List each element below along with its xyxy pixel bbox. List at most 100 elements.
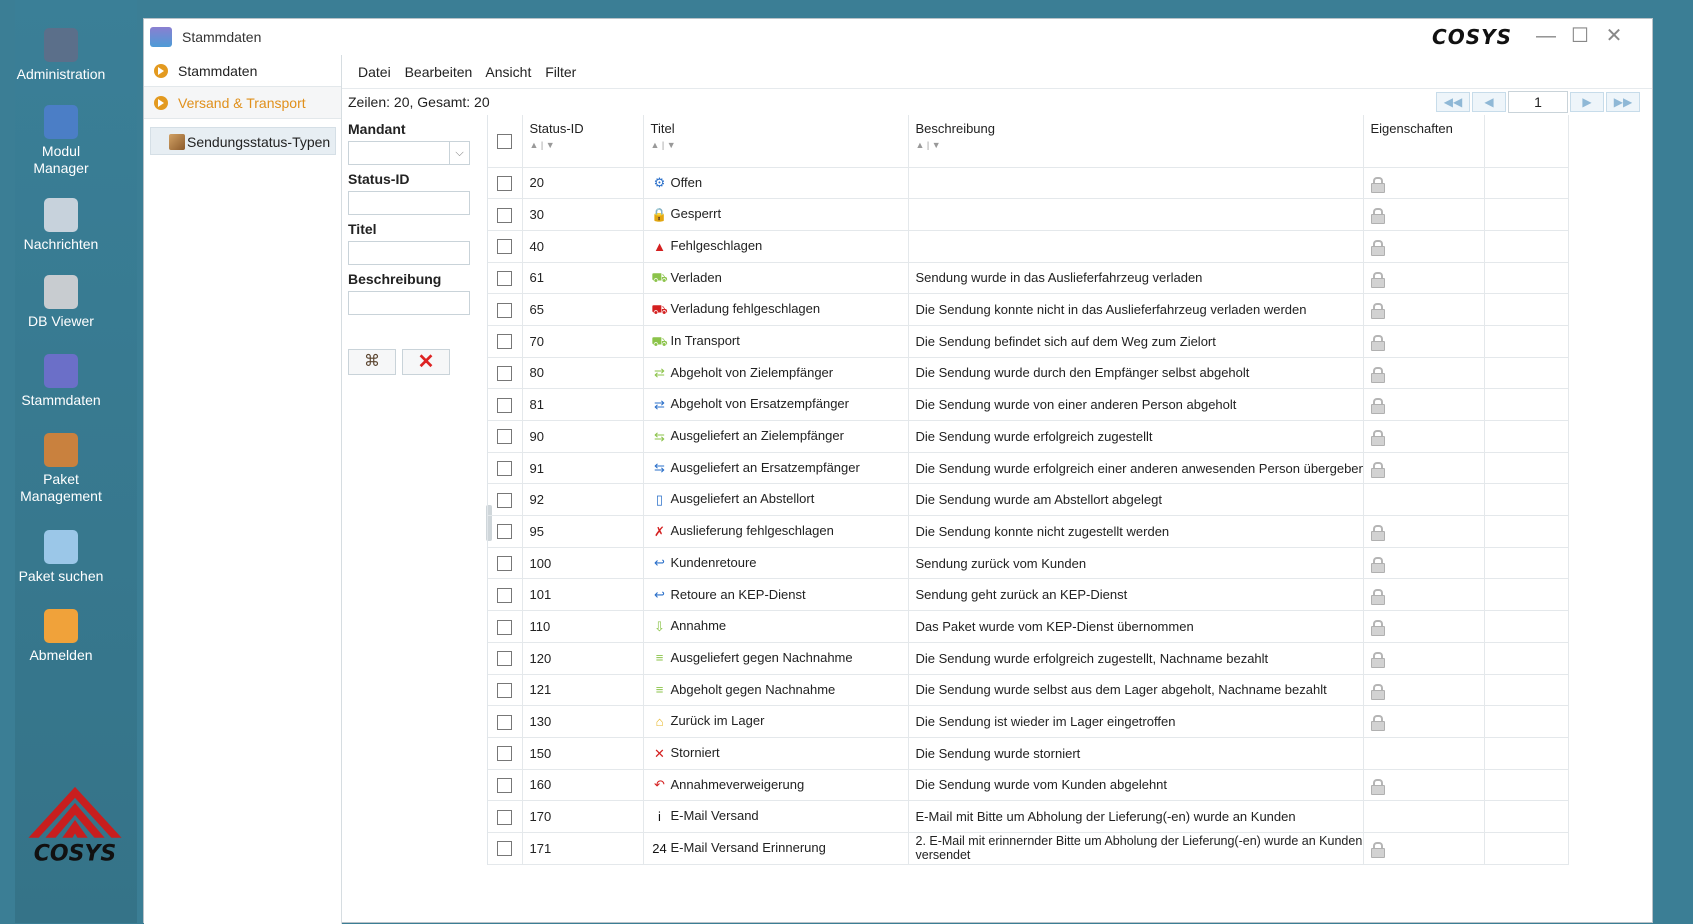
desktop-app-icon bbox=[44, 275, 78, 309]
desktop-item-nachrichten[interactable]: Nachrichten bbox=[0, 198, 122, 253]
menu-datei[interactable]: Datei bbox=[358, 64, 391, 80]
nav-item-versand-transport[interactable]: Versand & Transport bbox=[144, 87, 341, 119]
row-checkbox[interactable] bbox=[497, 175, 513, 191]
properties-cell bbox=[1363, 167, 1485, 200]
row-checkbox[interactable] bbox=[497, 809, 513, 825]
title-cell: ≡ Abgeholt gegen Nachnahme bbox=[643, 674, 909, 707]
row-checkbox[interactable] bbox=[497, 746, 513, 762]
table-row[interactable]: 30 🔒 Gesperrt bbox=[488, 198, 1569, 231]
description-cell: E-Mail mit Bitte um Abholung der Lieferu… bbox=[908, 800, 1364, 833]
table-row[interactable]: 120 ≡ Ausgeliefert gegen Nachnahme Die Send… bbox=[488, 642, 1569, 675]
description-cell: Die Sendung wurde storniert bbox=[908, 737, 1364, 770]
row-checkbox[interactable] bbox=[497, 270, 513, 286]
desktop-item-paket-suchen[interactable]: Paket suchen bbox=[0, 530, 122, 585]
menu-bearbeiten[interactable]: Bearbeiten bbox=[405, 64, 473, 80]
row-checkbox[interactable] bbox=[497, 461, 513, 477]
search-button[interactable]: ⌘ bbox=[348, 349, 396, 375]
row-checkbox[interactable] bbox=[497, 651, 513, 667]
table-row[interactable]: 91 ⇆ Ausgeliefert an Ersatzempfänger Die Se… bbox=[488, 452, 1569, 485]
table-row[interactable]: 80 ⇄ Abgeholt von Zielempfänger Die Sendung… bbox=[488, 357, 1569, 390]
desktop-item-modul-manager[interactable]: Modul Manager bbox=[0, 105, 122, 177]
desktop-item-abmelden[interactable]: Abmelden bbox=[0, 609, 122, 664]
table-row[interactable]: 92 ▯ Ausgeliefert an Abstellort Die Sendung… bbox=[488, 483, 1569, 517]
row-checkbox[interactable] bbox=[497, 397, 513, 413]
table-row[interactable]: 40 ▲ Fehlgeschlagen bbox=[488, 230, 1569, 263]
sort-arrows-icon[interactable]: ▲ | ▼ bbox=[530, 140, 643, 150]
table-row[interactable]: 20 ⚙ Offen bbox=[488, 167, 1569, 200]
status-id-input[interactable] bbox=[348, 191, 470, 215]
properties-cell bbox=[1363, 515, 1485, 548]
mandant-select[interactable]: ⌵ bbox=[348, 141, 470, 165]
table-row[interactable]: 70 ⛟ In Transport Die Sendung befindet sich… bbox=[488, 325, 1569, 358]
table-row[interactable]: 95 ✗ Auslieferung fehlgeschlagen Die Sendun… bbox=[488, 515, 1569, 548]
row-select-cell bbox=[488, 515, 523, 548]
row-checkbox[interactable] bbox=[497, 366, 513, 381]
table-row[interactable]: 170 i E-Mail Versand E-Mail mit Bitte um Ab… bbox=[488, 800, 1569, 833]
column-status-id[interactable]: Status-ID ▲ | ▼ bbox=[522, 115, 644, 168]
sort-arrows-icon[interactable]: ▲ | ▼ bbox=[651, 140, 908, 150]
beschreibung-input[interactable] bbox=[348, 291, 470, 315]
table-row[interactable]: 65 ⛟ Verladung fehlgeschlagen Die Sendung k… bbox=[488, 293, 1569, 326]
row-checkbox[interactable] bbox=[497, 587, 513, 603]
desktop-item-paket-management[interactable]: Paket Management bbox=[0, 433, 122, 505]
table-row[interactable]: 110 ⇩ Annahme Das Paket wurde vom KEP-Diens… bbox=[488, 610, 1569, 643]
column-beschreibung[interactable]: Beschreibung ▲ | ▼ bbox=[908, 115, 1364, 168]
maximize-button[interactable]: ☐ bbox=[1566, 25, 1594, 49]
row-checkbox[interactable] bbox=[497, 207, 513, 223]
row-count-text: Zeilen: 20, Gesamt: 20 bbox=[348, 94, 490, 110]
status-id-cell: 150 bbox=[522, 737, 644, 770]
table-row[interactable]: 150 ✕ Storniert Die Sendung wurde storniert bbox=[488, 737, 1569, 770]
sort-arrows-icon[interactable]: ▲ | ▼ bbox=[916, 140, 1363, 150]
prev-page-button[interactable]: ◀ bbox=[1472, 92, 1506, 112]
column-eigenschaften[interactable]: Eigenschaften bbox=[1363, 115, 1485, 168]
row-checkbox[interactable] bbox=[497, 682, 513, 698]
row-checkbox[interactable] bbox=[497, 777, 513, 793]
table-row[interactable]: 101 ↩ Retoure an KEP-Dienst Sendung geht zu… bbox=[488, 578, 1569, 612]
table-row[interactable]: 90 ⇆ Ausgeliefert an Zielempfänger Die Send… bbox=[488, 420, 1569, 453]
table-row[interactable]: 160 ↶ Annahmeverweigerung Die Sendung wurde… bbox=[488, 769, 1569, 802]
row-checkbox[interactable] bbox=[497, 556, 513, 572]
desktop-item-db-viewer[interactable]: DB Viewer bbox=[0, 275, 122, 330]
status-id-cell: 101 bbox=[522, 578, 644, 612]
chevron-down-icon[interactable]: ⌵ bbox=[449, 142, 469, 164]
desktop-item-administration[interactable]: Administration bbox=[0, 28, 122, 83]
row-checkbox[interactable] bbox=[497, 841, 513, 857]
table-row[interactable]: 121 ≡ Abgeholt gegen Nachnahme Die Sendung … bbox=[488, 674, 1569, 707]
row-checkbox[interactable] bbox=[497, 302, 513, 318]
row-checkbox[interactable] bbox=[497, 619, 513, 635]
row-checkbox[interactable] bbox=[497, 714, 513, 730]
title-text: Ausgeliefert gegen Nachnahme bbox=[670, 649, 853, 665]
select-all-checkbox[interactable] bbox=[497, 133, 513, 149]
desktop-item-label: Abmelden bbox=[29, 647, 93, 663]
table-row[interactable]: 61 ⛟ Verladen Sendung wurde in das Ausliefe… bbox=[488, 262, 1569, 295]
clear-filter-button[interactable]: ✕ bbox=[402, 349, 450, 375]
filler-cell bbox=[1484, 737, 1569, 770]
close-button[interactable]: ✕ bbox=[1600, 25, 1628, 49]
last-page-button[interactable]: ▶▶ bbox=[1606, 92, 1640, 112]
table-row[interactable]: 100 ↩ Kundenretoure Sendung zurück vom Kund… bbox=[488, 547, 1569, 580]
minimize-button[interactable]: — bbox=[1532, 25, 1560, 49]
next-page-button[interactable]: ▶ bbox=[1570, 92, 1604, 112]
menu-ansicht[interactable]: Ansicht bbox=[485, 64, 531, 80]
column-titel[interactable]: Titel ▲ | ▼ bbox=[643, 115, 909, 168]
column-filler bbox=[1484, 115, 1569, 168]
filler-cell bbox=[1484, 452, 1569, 485]
row-checkbox[interactable] bbox=[497, 334, 513, 350]
status-id-cell: 120 bbox=[522, 642, 644, 675]
row-checkbox[interactable] bbox=[497, 492, 513, 508]
titel-input[interactable] bbox=[348, 241, 470, 265]
nav-item-stammdaten[interactable]: Stammdaten bbox=[144, 55, 341, 87]
first-page-button[interactable]: ◀◀ bbox=[1436, 92, 1470, 112]
table-row[interactable]: 171 24 E-Mail Versand Erinnerung 2. E-Mail … bbox=[488, 832, 1569, 865]
row-checkbox[interactable] bbox=[497, 429, 513, 445]
menu-filter[interactable]: Filter bbox=[545, 64, 576, 80]
row-select-cell bbox=[488, 737, 523, 770]
tree-item-sendungsstatus-typen[interactable]: Sendungsstatus-Typen bbox=[150, 127, 336, 155]
page-number-input[interactable]: 1 bbox=[1508, 91, 1568, 113]
desktop-item-stammdaten[interactable]: Stammdaten bbox=[0, 354, 122, 409]
row-checkbox[interactable] bbox=[497, 524, 513, 540]
row-checkbox[interactable] bbox=[497, 239, 513, 255]
table-row[interactable]: 81 ⇄ Abgeholt von Ersatzempfänger Die Sendu… bbox=[488, 388, 1569, 421]
table-row[interactable]: 130 ⌂ Zurück im Lager Die Sendung ist wiede… bbox=[488, 705, 1569, 738]
title-text: Ausgeliefert an Ersatzempfänger bbox=[670, 459, 860, 475]
